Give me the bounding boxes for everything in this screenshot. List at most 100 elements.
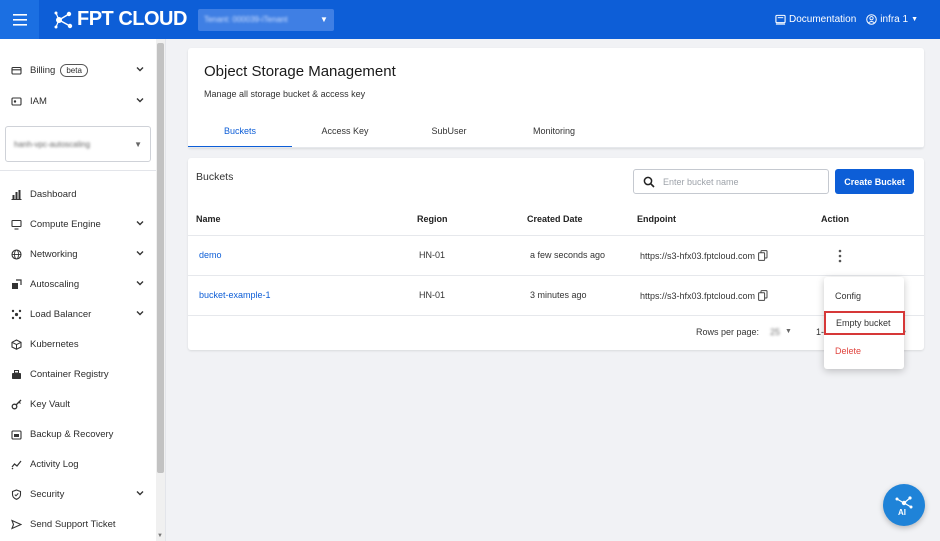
bucket-created-date: a few seconds ago <box>530 250 606 260</box>
sidebar-item-activity-log[interactable]: Activity Log <box>9 455 149 473</box>
sidebar-divider <box>0 170 157 171</box>
sidebar-scrollbar[interactable]: ▼ <box>156 39 165 541</box>
sidebar-item-label: Container Registry <box>30 368 109 380</box>
key-icon <box>9 397 23 411</box>
bucket-endpoint: https://s3-hfx03.fptcloud.com <box>640 290 768 301</box>
column-header-action: Action <box>821 214 849 224</box>
menu-item-empty-bucket[interactable]: Empty bucket <box>824 311 905 335</box>
copy-icon[interactable] <box>758 250 768 261</box>
book-icon <box>775 14 786 25</box>
brand-logo[interactable]: FPT CLOUD <box>53 8 187 31</box>
tenant-select[interactable]: Tenant: 000039-iTenant ▼ <box>197 8 334 31</box>
menu-item-delete[interactable]: Delete <box>824 340 904 362</box>
sidebar-item-autoscaling[interactable]: Autoscaling <box>9 275 149 293</box>
column-header-name: Name <box>196 214 221 224</box>
menu-toggle-button[interactable] <box>0 0 39 39</box>
sidebar-item-label: Networking <box>30 248 78 260</box>
table-row: bucket-example-1 HN-01 3 minutes ago htt… <box>188 275 924 315</box>
sidebar-item-container-registry[interactable]: Container Registry <box>9 365 149 383</box>
load-balancer-icon <box>9 307 23 321</box>
bucket-action-menu: Config Empty bucket Delete <box>824 277 905 369</box>
container-icon <box>9 367 23 381</box>
user-icon <box>866 14 878 25</box>
sidebar-item-label: Load Balancer <box>30 308 92 320</box>
chevron-down-icon[interactable] <box>135 248 145 258</box>
ai-assistant-icon: AI <box>895 496 913 517</box>
sidebar-item-label: Key Vault <box>30 398 70 410</box>
sidebar-item-label: IAM <box>30 95 47 107</box>
bucket-region: HN-01 <box>419 290 446 300</box>
user-menu[interactable]: infra 1 ▼ <box>866 14 918 25</box>
sidebar-item-compute-engine[interactable]: Compute Engine <box>9 215 149 233</box>
beta-badge: beta <box>60 63 88 77</box>
buckets-title: Buckets <box>196 171 234 183</box>
svg-text:AI: AI <box>898 508 906 517</box>
sidebar-item-key-vault[interactable]: Key Vault <box>9 395 149 413</box>
user-name: infra 1 <box>880 14 909 25</box>
fpt-logo-icon <box>54 11 73 28</box>
caret-down-icon: ▼ <box>320 15 328 24</box>
table-pagination: Rows per page: 25 ▼ 1- › <box>188 315 924 350</box>
backup-icon <box>9 427 23 441</box>
chevron-down-icon[interactable] <box>135 218 145 228</box>
bucket-search[interactable] <box>633 169 829 194</box>
ai-assistant-button[interactable]: AI <box>883 484 925 526</box>
more-actions-icon[interactable] <box>836 248 844 264</box>
pagination-range: 1- <box>816 327 825 337</box>
page-title: Object Storage Management <box>204 63 396 80</box>
sidebar-item-label: Dashboard <box>30 188 77 200</box>
sidebar-item-label: Billing <box>30 64 56 76</box>
sidebar-item-iam[interactable]: IAM <box>9 92 149 110</box>
sidebar-item-security[interactable]: Security <box>9 485 149 503</box>
column-header-region: Region <box>417 214 448 224</box>
buckets-card: Buckets Create Bucket Name Region Create… <box>188 158 924 350</box>
sidebar-item-backup-recovery[interactable]: Backup & Recovery <box>9 425 149 443</box>
sidebar-item-billing[interactable]: Billing beta <box>9 61 149 79</box>
sidebar-item-send-support-ticket[interactable]: Send Support Ticket <box>9 515 149 533</box>
sidebar-item-dashboard[interactable]: Dashboard <box>9 185 149 203</box>
caret-down-icon[interactable]: ▼ <box>785 328 792 335</box>
sidebar: Billing beta IAM Dashboard Compute Engine Net… <box>0 39 166 541</box>
search-icon <box>643 176 655 188</box>
bucket-created-date: 3 minutes ago <box>530 290 587 300</box>
sidebar-item-label: Activity Log <box>30 458 79 470</box>
sidebar-item-networking[interactable]: Networking <box>9 245 149 263</box>
cube-icon <box>9 337 23 351</box>
bucket-name-link[interactable]: demo <box>199 250 222 260</box>
endpoint-text: https://s3-hfx03.fptcloud.com <box>640 251 756 261</box>
rows-per-page-select[interactable]: 25 <box>770 327 780 337</box>
rows-per-page-label: Rows per page: <box>696 327 760 337</box>
caret-down-icon: ▼ <box>911 16 918 23</box>
dashboard-icon <box>9 187 23 201</box>
scrollbar-thumb[interactable] <box>157 43 164 473</box>
tab-buckets[interactable]: Buckets <box>188 124 292 148</box>
table-row: demo HN-01 a few seconds ago https://s3-… <box>188 235 924 275</box>
shield-icon <box>9 487 23 501</box>
menu-item-config[interactable]: Config <box>824 285 904 307</box>
tab-monitoring[interactable]: Monitoring <box>502 124 606 148</box>
scroll-down-icon[interactable]: ▼ <box>157 533 163 539</box>
copy-icon[interactable] <box>758 290 768 301</box>
sidebar-item-load-balancer[interactable]: Load Balancer <box>9 305 149 323</box>
chevron-down-icon[interactable] <box>135 488 145 498</box>
tab-subuser[interactable]: SubUser <box>397 124 501 148</box>
activity-icon <box>9 457 23 471</box>
chevron-down-icon[interactable] <box>135 64 145 74</box>
chevron-down-icon[interactable] <box>135 278 145 288</box>
documentation-link[interactable]: Documentation <box>775 14 856 25</box>
chevron-down-icon[interactable] <box>135 308 145 318</box>
sidebar-item-label: Backup & Recovery <box>30 428 114 440</box>
project-value: hanh-vpc-autoscaling <box>14 139 91 149</box>
bucket-search-input[interactable] <box>663 176 813 187</box>
caret-down-icon: ▼ <box>134 139 142 149</box>
sidebar-item-label: Autoscaling <box>30 278 80 290</box>
chevron-down-icon[interactable] <box>135 95 145 105</box>
sidebar-item-kubernetes[interactable]: Kubernetes <box>9 335 149 353</box>
bucket-name-link[interactable]: bucket-example-1 <box>199 290 271 300</box>
bucket-region: HN-01 <box>419 250 446 260</box>
tab-access-key[interactable]: Access Key <box>293 124 397 148</box>
create-bucket-button[interactable]: Create Bucket <box>835 169 914 194</box>
monitor-icon <box>9 217 23 231</box>
globe-icon <box>9 247 23 261</box>
project-select[interactable]: hanh-vpc-autoscaling ▼ <box>5 126 151 162</box>
